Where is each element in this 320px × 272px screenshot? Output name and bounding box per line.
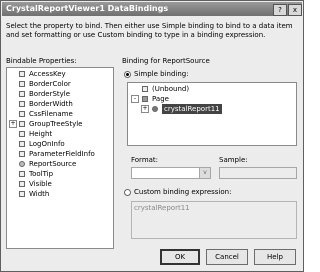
property-icon bbox=[19, 101, 25, 107]
property-icon bbox=[19, 121, 25, 127]
simple-binding-label: Simple binding: bbox=[134, 70, 189, 78]
title-bar: CrystalReportViewer1 DataBindings ? x bbox=[2, 2, 302, 16]
bound-property-icon bbox=[19, 161, 25, 167]
property-icon bbox=[19, 81, 25, 87]
bindable-properties-label: Bindable Properties: bbox=[6, 57, 77, 65]
property-label: GroupTreeStyle bbox=[29, 120, 83, 128]
close-button[interactable]: x bbox=[288, 4, 302, 16]
databindings-dialog: CrystalReportViewer1 DataBindings ? x Se… bbox=[0, 0, 304, 272]
property-label: ReportSource bbox=[29, 160, 77, 168]
bindable-properties-list[interactable]: AccessKey BorderColor BorderStyle Border… bbox=[6, 67, 114, 249]
sample-label: Sample: bbox=[219, 156, 248, 164]
crystal-report-icon bbox=[152, 106, 158, 112]
sample-field bbox=[219, 167, 297, 179]
expand-plus-icon[interactable]: + bbox=[141, 105, 149, 113]
property-icon bbox=[19, 71, 25, 77]
property-icon bbox=[19, 91, 25, 97]
property-icon bbox=[19, 191, 25, 197]
property-label: Width bbox=[29, 190, 50, 198]
property-label: Visible bbox=[29, 180, 52, 188]
property-label: BorderStyle bbox=[29, 90, 71, 98]
property-icon bbox=[19, 111, 25, 117]
property-label: Height bbox=[29, 130, 53, 138]
expand-plus-icon[interactable]: + bbox=[9, 120, 17, 128]
window-title: CrystalReportViewer1 DataBindings bbox=[6, 4, 169, 13]
custom-binding-radio[interactable] bbox=[124, 189, 131, 196]
property-icon bbox=[19, 181, 25, 187]
property-icon bbox=[19, 151, 25, 157]
field-icon bbox=[142, 86, 148, 92]
property-label: BorderColor bbox=[29, 80, 71, 88]
format-dropdown[interactable]: v bbox=[131, 167, 211, 179]
tree-item-label-selected: crystalReport11 bbox=[162, 104, 222, 114]
cancel-button[interactable]: Cancel bbox=[206, 249, 248, 265]
dropdown-arrow-icon: v bbox=[199, 168, 210, 178]
property-icon bbox=[19, 171, 25, 177]
dialog-description: Select the property to bind. Then either… bbox=[6, 22, 293, 39]
binding-group-label: Binding for ReportSource bbox=[122, 57, 210, 65]
tree-item-label: Page bbox=[152, 95, 169, 103]
collapse-minus-icon[interactable]: - bbox=[131, 95, 139, 103]
simple-binding-radio[interactable] bbox=[124, 71, 131, 78]
tree-item-label: (Unbound) bbox=[152, 85, 190, 93]
page-icon bbox=[142, 96, 148, 102]
ok-button[interactable]: OK bbox=[160, 249, 200, 265]
property-icon bbox=[19, 131, 25, 137]
property-label: ToolTip bbox=[29, 170, 54, 178]
property-label: AccessKey bbox=[29, 70, 66, 78]
binding-tree[interactable]: (Unbound) - Page + crystalReport11 bbox=[127, 82, 297, 146]
help-title-button[interactable]: ? bbox=[273, 4, 287, 16]
help-button[interactable]: Help bbox=[254, 249, 296, 265]
property-label: ParameterFieldInfo bbox=[29, 150, 95, 158]
custom-binding-label: Custom binding expression: bbox=[134, 188, 232, 196]
custom-expression-input[interactable]: crystalReport11 bbox=[131, 201, 297, 239]
property-label: LogOnInfo bbox=[29, 140, 65, 148]
property-label: BorderWidth bbox=[29, 100, 73, 108]
property-icon bbox=[19, 141, 25, 147]
format-label: Format: bbox=[131, 156, 159, 164]
property-label: CssFilename bbox=[29, 110, 73, 118]
